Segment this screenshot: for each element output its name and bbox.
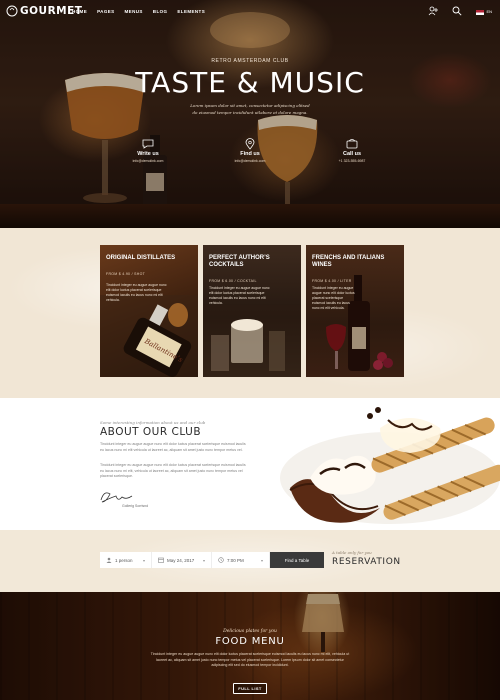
date-value: May 24, 2017 xyxy=(167,557,195,563)
about-section: Some interesting information about us an… xyxy=(0,398,500,530)
date-picker[interactable]: May 24, 2017 ▾ xyxy=(152,552,212,568)
about-title: ABOUT OUR CLUB xyxy=(100,426,202,438)
calendar-icon xyxy=(158,557,164,563)
full-list-button[interactable]: FULL LIST xyxy=(233,683,267,694)
contact-value: info@demolink.com xyxy=(234,159,266,163)
hero-text: Lorem ipsum dolor sit amet, consectetur … xyxy=(190,103,310,115)
contact-value: info@demolink.com xyxy=(132,159,164,163)
card-text: Tincidunt integer eu augue augue nunc el… xyxy=(312,286,355,310)
contact-call-us[interactable]: Call us +1 323-555-6987 xyxy=(322,138,382,163)
offer-card-distillates[interactable]: Ballantine’s Original Distillates FROM $… xyxy=(100,245,198,377)
offers-section: Ballantine’s Original Distillates FROM $… xyxy=(0,228,500,398)
menu-item-pages[interactable]: PAGES xyxy=(97,9,114,14)
contact-label: Find us xyxy=(240,151,260,157)
chevron-down-icon: ▾ xyxy=(260,557,263,563)
reservation-kicker: A table only for you xyxy=(332,550,372,555)
hero-subtitle: RETRO AMSTERDAM CLUB xyxy=(211,58,289,64)
reservation-title: RESERVATION xyxy=(332,557,401,567)
language-label: EN xyxy=(486,8,492,14)
menu-item-blog[interactable]: BLOG xyxy=(153,9,168,14)
search-icon[interactable] xyxy=(452,6,462,16)
top-navigation: GOURMET HOME PAGES MENUS BLOG ELEMENTS E… xyxy=(0,0,500,24)
hero-title: TASTE & MUSIC xyxy=(135,66,365,99)
nav-actions: EN xyxy=(428,6,492,16)
chef-hat-icon xyxy=(6,5,18,17)
add-user-icon[interactable] xyxy=(428,6,439,16)
food-title: FOOD MENU xyxy=(215,636,285,647)
contact-row: Write us info@demolink.com Find us info@… xyxy=(0,138,500,178)
offer-card-cocktails[interactable]: Perfect author’s cocktails FROM $ 6.00 /… xyxy=(203,245,301,377)
card-title: Frenchs and Italians wines xyxy=(312,255,385,268)
food-kicker: Delicious plates for you xyxy=(223,629,277,634)
menu-item-elements[interactable]: ELEMENTS xyxy=(177,9,205,14)
card-price: FROM $ 6.00 / COCKTAIL xyxy=(209,279,257,283)
hero-section: GOURMET HOME PAGES MENUS BLOG ELEMENTS E… xyxy=(0,0,500,228)
user-icon xyxy=(106,557,112,563)
cocktail-image xyxy=(203,305,301,377)
card-title: Original Distillates xyxy=(106,255,176,261)
about-paragraph-2: Tincidunt integer eu augue augue nunc el… xyxy=(100,463,246,479)
chevron-down-icon: ▾ xyxy=(142,557,145,563)
about-kicker: Some interesting information about us an… xyxy=(100,420,206,425)
food-text: Tincidunt integer eu augue augue nunc el… xyxy=(150,652,350,668)
offer-card-wines[interactable]: Frenchs and Italians wines FROM $ 4.00 /… xyxy=(306,245,404,377)
contact-value: +1 323-555-6987 xyxy=(338,159,366,163)
contact-write-us[interactable]: Write us info@demolink.com xyxy=(118,138,178,163)
contact-label: Write us xyxy=(137,151,159,157)
reservation-section: 1 person ▾ May 24, 2017 ▾ 7:00 PM ▾ Find… xyxy=(0,530,500,592)
dessert-image xyxy=(280,407,500,524)
main-menu: HOME PAGES MENUS BLOG ELEMENTS xyxy=(72,9,205,14)
card-text: Tincidunt integer eu augue augue nunc el… xyxy=(106,283,167,302)
us-flag-icon xyxy=(476,9,485,15)
logo[interactable]: GOURMET xyxy=(6,5,82,17)
clock-icon xyxy=(218,557,224,563)
persons-value: 1 person xyxy=(115,557,133,563)
menu-item-home[interactable]: HOME xyxy=(72,9,87,14)
about-paragraph-1: Tincidunt integer eu augue augue nunc el… xyxy=(100,442,246,452)
time-picker[interactable]: 7:00 PM ▾ xyxy=(212,552,270,568)
card-title: Perfect author’s cocktails xyxy=(209,255,270,268)
bar-counter xyxy=(0,204,500,228)
phone-icon xyxy=(346,139,358,149)
food-menu-section: Delicious plates for you FOOD MENU Tinci… xyxy=(0,592,500,700)
card-price: FROM $ 4.90 / SHOT xyxy=(106,272,146,276)
chevron-down-icon: ▾ xyxy=(202,557,205,563)
signature-name: Gollerig Sorrisnd xyxy=(122,504,149,508)
map-pin-icon xyxy=(245,138,255,150)
menu-item-menus[interactable]: MENUS xyxy=(125,9,143,14)
contact-find-us[interactable]: Find us info@demolink.com xyxy=(220,138,280,163)
time-value: 7:00 PM xyxy=(227,557,244,563)
card-price: FROM $ 4.00 / LITER xyxy=(312,279,352,283)
persons-select[interactable]: 1 person ▾ xyxy=(100,552,152,568)
chat-icon xyxy=(142,139,154,149)
find-table-button[interactable]: Find a Table xyxy=(270,552,324,568)
contact-label: Call us xyxy=(342,151,362,157)
language-selector[interactable]: EN xyxy=(476,8,492,15)
card-text: Tincidunt integer eu augue augue nunc el… xyxy=(209,286,270,305)
whisky-bottle-image: Ballantine’s xyxy=(100,295,198,377)
